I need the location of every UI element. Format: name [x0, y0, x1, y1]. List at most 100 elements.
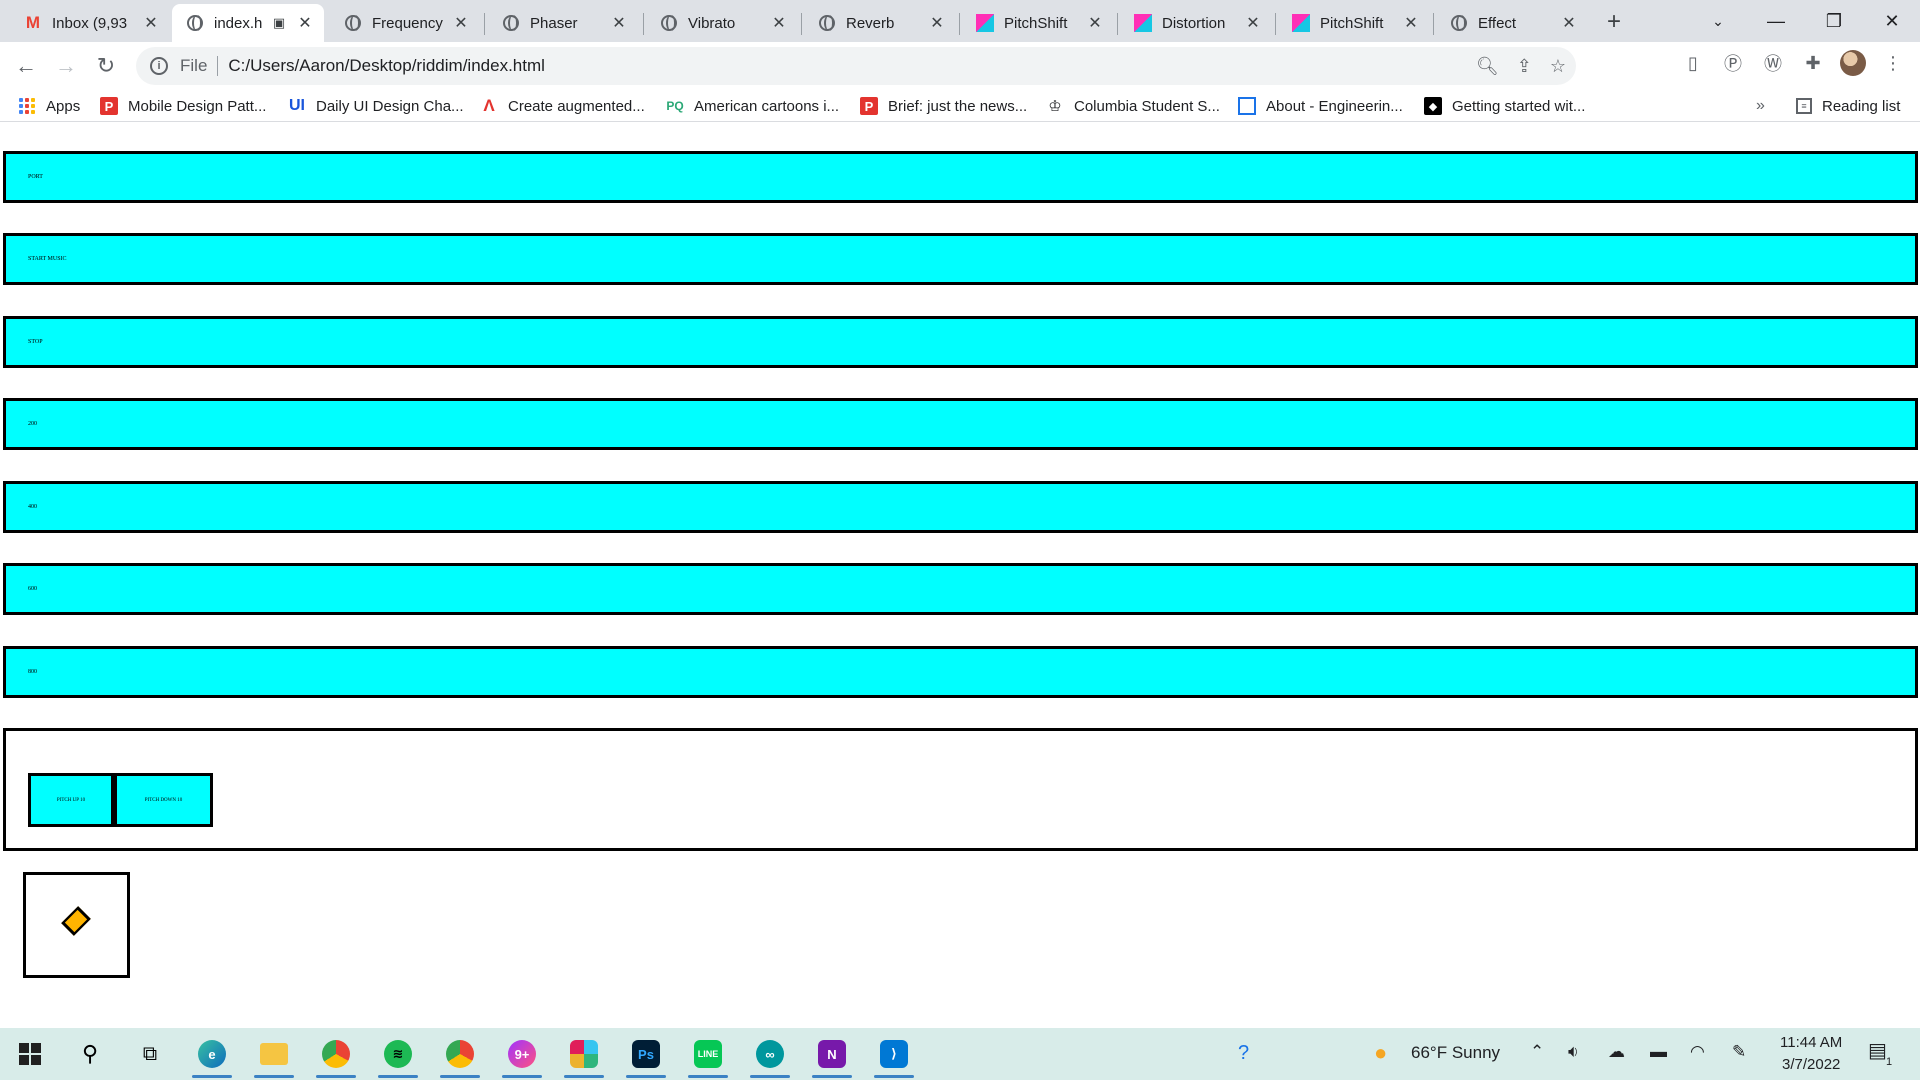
close-icon[interactable]: ✕ [1402, 14, 1420, 32]
close-icon[interactable]: ✕ [770, 14, 788, 32]
new-tab-button[interactable]: + [1600, 8, 1628, 36]
tab-strip: M Inbox (9,93 ✕ index.h ▣ ✕ Frequency ✕ … [0, 0, 1920, 42]
address-bar[interactable]: i File C:/Users/Aaron/Desktop/riddim/ind… [136, 47, 1576, 85]
tab-title: Vibrato [688, 14, 736, 32]
photoshop-icon[interactable]: Ps [626, 1034, 666, 1078]
close-icon[interactable]: ✕ [1244, 14, 1262, 32]
minimize-button[interactable]: — [1748, 0, 1804, 42]
chevron-up-icon[interactable]: ⌃ [1530, 1042, 1544, 1062]
file-explorer-icon[interactable] [254, 1034, 294, 1078]
weather-text[interactable]: 66°F Sunny [1411, 1043, 1500, 1063]
bookmark-daily-ui[interactable]: UI Daily UI Design Cha... [288, 90, 464, 122]
arduino-icon[interactable]: ∞ [750, 1034, 790, 1078]
bookmark-getting-started[interactable]: ◆ Getting started wit... [1424, 90, 1585, 122]
tab-phaser[interactable]: Phaser ✕ [488, 4, 638, 42]
close-icon[interactable]: ✕ [1560, 14, 1578, 32]
frequency-200-button[interactable]: 200 [3, 398, 1918, 450]
info-icon[interactable]: i [150, 57, 168, 75]
stop-button[interactable]: STOP [3, 316, 1918, 368]
tab-effect[interactable]: Effect ✕ [1436, 4, 1588, 42]
wordpress-icon[interactable]: Ⓦ [1760, 50, 1786, 76]
tab-search-icon[interactable]: ⌄ [1690, 0, 1746, 42]
restore-button[interactable]: ❐ [1806, 0, 1862, 42]
reload-button[interactable]: ↻ [90, 50, 122, 82]
clock-date[interactable]: 3/7/2022 [1782, 1056, 1840, 1073]
task-view-icon[interactable]: ⧉ [130, 1034, 170, 1074]
search-icon[interactable]: ⚲ [70, 1034, 110, 1074]
pen-icon[interactable]: ✎ [1732, 1042, 1746, 1062]
close-icon[interactable]: ✕ [296, 14, 314, 32]
onenote-icon[interactable]: N [812, 1034, 852, 1078]
globe-icon [660, 14, 678, 32]
spotify-icon[interactable]: ≋ [378, 1034, 418, 1078]
frequency-800-button[interactable]: 800 [3, 646, 1918, 698]
bookmark-favicon-icon: PQ [666, 99, 684, 113]
bookmark-star-icon[interactable]: ☆ [1550, 56, 1566, 77]
more-menu-icon[interactable]: ⋮ [1880, 50, 1906, 76]
clock-time[interactable]: 11:44 AM [1780, 1034, 1842, 1051]
tab-index[interactable]: index.h ▣ ✕ [172, 4, 324, 42]
close-window-button[interactable]: ✕ [1864, 0, 1920, 42]
bookmark-mobile-design[interactable]: P Mobile Design Patt... [100, 90, 266, 122]
tab-pitchshift[interactable]: PitchShift ✕ [962, 4, 1114, 42]
tab-frequency[interactable]: Frequency ✕ [330, 4, 480, 42]
back-button[interactable]: ← [10, 50, 42, 82]
extensions-icon[interactable]: ✚ [1800, 50, 1826, 76]
tab-title: Inbox (9,93 [52, 14, 128, 32]
bookmark-brief[interactable]: P Brief: just the news... [860, 90, 1027, 122]
onedrive-icon[interactable]: ☁ [1608, 1042, 1625, 1062]
frequency-400-button[interactable]: 400 [3, 481, 1918, 533]
close-icon[interactable]: ✕ [610, 14, 628, 32]
tab-distortion[interactable]: Distortion ✕ [1120, 4, 1272, 42]
bookmarks-bar: Apps P Mobile Design Patt... UI Daily UI… [0, 90, 1920, 122]
reader-extension-icon[interactable]: ▯ [1680, 50, 1706, 76]
bookmark-about-engineering[interactable]: About - Engineerin... [1238, 90, 1403, 122]
close-icon[interactable]: ✕ [1086, 14, 1104, 32]
profile-avatar[interactable] [1840, 50, 1866, 76]
close-icon[interactable]: ✕ [452, 14, 470, 32]
pitch-down-button[interactable]: PITCH DOWN 10 [114, 773, 213, 827]
url-text[interactable]: C:/Users/Aaron/Desktop/riddim/index.html [228, 56, 545, 76]
reading-list-button[interactable]: ≡ Reading list [1796, 90, 1900, 122]
reader-mode-icon[interactable]: ▣ [270, 14, 288, 32]
tab-pitchshift-2[interactable]: PitchShift ✕ [1278, 4, 1430, 42]
tab-title: Frequency [372, 14, 443, 32]
close-icon[interactable]: ✕ [142, 14, 160, 32]
chrome-profile-icon[interactable] [316, 1034, 356, 1078]
tab-vibrato[interactable]: Vibrato ✕ [646, 4, 798, 42]
pinterest-icon[interactable]: Ⓟ [1720, 50, 1746, 76]
tab-title: Phaser [530, 14, 578, 32]
diamond-indicator-box [23, 872, 130, 978]
port-button[interactable]: PORT [3, 151, 1918, 203]
frequency-600-button[interactable]: 600 [3, 563, 1918, 615]
more-bookmarks-icon[interactable]: » [1756, 90, 1765, 122]
tab-title: Effect [1478, 14, 1517, 32]
volume-icon[interactable]: 🔉︎ [1568, 1042, 1579, 1062]
start-music-button[interactable]: START MUSIC [3, 233, 1918, 285]
chrome-icon[interactable] [440, 1034, 480, 1078]
pitch-up-button[interactable]: PITCH UP 10 [28, 773, 114, 827]
slack-icon[interactable] [564, 1034, 604, 1078]
tab-reverb[interactable]: Reverb ✕ [804, 4, 956, 42]
edge-icon[interactable]: e [192, 1034, 232, 1078]
bookmark-apps[interactable]: Apps [18, 90, 80, 122]
messenger-icon[interactable]: 9+ [502, 1034, 542, 1078]
zoom-icon[interactable]: 🔍︎ [1476, 56, 1499, 77]
battery-icon[interactable]: ▬ [1650, 1042, 1667, 1062]
globe-icon [344, 14, 362, 32]
pitchshift-icon [976, 14, 994, 32]
tab-gmail[interactable]: M Inbox (9,93 ✕ [10, 4, 170, 42]
help-icon[interactable]: ? [1238, 1042, 1249, 1065]
notification-icon[interactable]: ▤ [1868, 1038, 1887, 1063]
wifi-icon[interactable]: ◠ [1690, 1042, 1705, 1062]
bookmark-american-cartoons[interactable]: PQ American cartoons i... [666, 90, 839, 122]
vscode-icon[interactable]: ⟩ [874, 1034, 914, 1078]
bookmark-favicon-icon: P [100, 97, 118, 115]
forward-button[interactable]: → [50, 50, 82, 82]
bookmark-columbia[interactable]: ♔ Columbia Student S... [1046, 90, 1220, 122]
close-icon[interactable]: ✕ [928, 14, 946, 32]
start-button[interactable] [10, 1034, 50, 1074]
bookmark-augmented[interactable]: Λ Create augmented... [480, 90, 644, 122]
share-icon[interactable]: ⇪ [1517, 56, 1532, 77]
line-icon[interactable]: LINE [688, 1034, 728, 1078]
